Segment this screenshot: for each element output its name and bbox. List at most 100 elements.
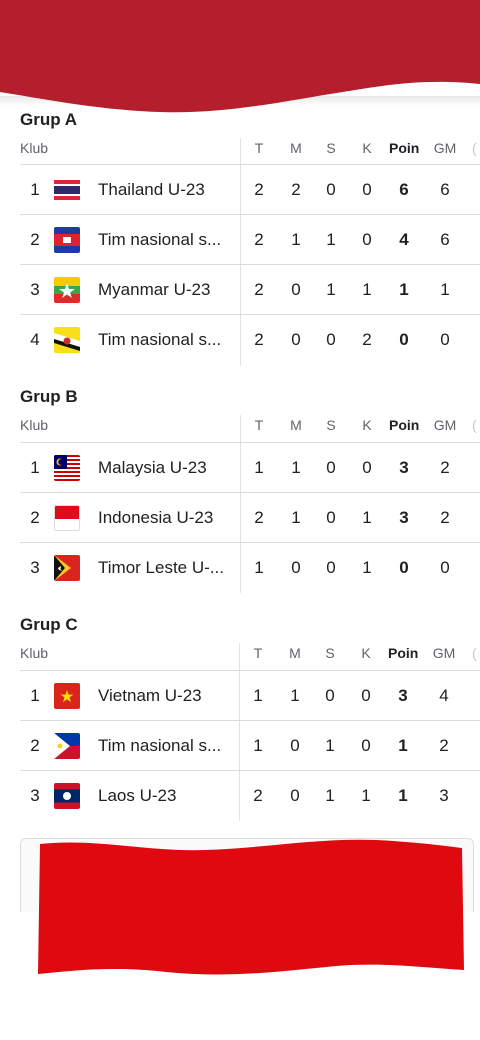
rank: 3 — [30, 558, 40, 577]
team-name: Thailand U-23 — [98, 180, 205, 199]
brunei-flag-icon — [54, 327, 80, 353]
stat-gm: 6 — [440, 180, 450, 199]
stat-s: 1 — [326, 280, 336, 299]
vietnam-flag-icon — [54, 683, 80, 709]
team-name: Malaysia U-23 — [98, 458, 207, 477]
table-row[interactable]: 2 Indonesia U-23 2 1 0 1 3 2 — [20, 492, 480, 542]
stat-gm: 4 — [439, 686, 449, 705]
header-poin: Poin — [389, 417, 420, 433]
stat-t: 1 — [253, 686, 263, 705]
team-name: Tim nasional s... — [98, 230, 222, 249]
stat-k: 1 — [362, 508, 372, 527]
stat-t: 1 — [254, 458, 264, 477]
header-s: S — [325, 645, 335, 661]
header-m: M — [290, 140, 302, 156]
rank: 4 — [30, 330, 40, 349]
top-red-banner — [0, 0, 480, 113]
table-header: Klub T M S K Poin GM ( — [0, 645, 480, 669]
timor-leste-flag-icon — [54, 555, 80, 581]
team-name: Indonesia U-23 — [98, 508, 214, 527]
stat-k: 1 — [361, 786, 371, 805]
header-cut-off: ( — [472, 417, 477, 433]
rank: 2 — [30, 230, 40, 249]
header-poin: Poin — [388, 645, 419, 661]
stat-poin: 3 — [399, 508, 409, 527]
rank: 1 — [30, 686, 40, 705]
header-cut-off: ( — [472, 645, 477, 661]
table-row[interactable]: 2 Tim nasional s... 1 0 1 0 1 2 — [20, 720, 480, 770]
table-row[interactable]: 3 Myanmar U-23 2 0 1 1 1 1 — [20, 264, 480, 314]
stat-m: 1 — [291, 508, 301, 527]
laos-flag-icon — [54, 783, 80, 809]
stat-m: 0 — [291, 280, 301, 299]
rank: 3 — [30, 280, 40, 299]
cambodia-flag-icon — [54, 227, 80, 253]
stat-k: 1 — [362, 558, 372, 577]
stat-gm: 3 — [439, 786, 449, 805]
header-klub: Klub — [20, 140, 49, 156]
table-row[interactable]: 1 Malaysia U-23 1 1 0 0 3 2 — [20, 442, 480, 492]
stat-poin: 0 — [399, 558, 409, 577]
stat-gm: 2 — [439, 736, 449, 755]
stat-t: 2 — [254, 508, 264, 527]
stat-gm: 2 — [440, 508, 450, 527]
stat-poin: 4 — [399, 230, 409, 249]
stat-gm: 0 — [440, 330, 450, 349]
stat-t: 2 — [254, 180, 264, 199]
philippines-flag-icon — [54, 733, 80, 759]
stat-m: 1 — [291, 230, 301, 249]
table-row[interactable]: 4 Tim nasional s... 2 0 0 2 0 0 — [20, 314, 480, 364]
stat-poin: 1 — [399, 280, 409, 299]
stat-m: 2 — [291, 180, 301, 199]
stat-s: 1 — [326, 230, 336, 249]
header-t: T — [253, 645, 263, 661]
stat-poin: 1 — [398, 786, 408, 805]
group-title: Grup C — [20, 615, 78, 634]
table-row[interactable]: 1 Vietnam U-23 1 1 0 0 3 4 — [20, 670, 480, 720]
stat-k: 1 — [362, 280, 372, 299]
header-gm: GM — [433, 140, 457, 156]
stat-t: 2 — [254, 280, 264, 299]
table-row[interactable]: 3 Laos U-23 2 0 1 1 1 3 — [20, 770, 480, 820]
stat-t: 2 — [253, 786, 263, 805]
rank: 1 — [30, 180, 40, 199]
table-row[interactable]: 2 Tim nasional s... 2 1 1 0 4 6 — [20, 214, 480, 264]
table-row[interactable]: 3 Timor Leste U-... 1 0 0 1 0 0 — [20, 542, 480, 592]
group-b-rows: 1 Malaysia U-23 1 1 0 0 3 2 2 Indonesia … — [20, 442, 480, 592]
team-name: Tim nasional s... — [98, 330, 222, 349]
stat-s: 0 — [326, 330, 336, 349]
header-klub: Klub — [20, 645, 49, 661]
header-poin: Poin — [389, 140, 420, 156]
stat-poin: 1 — [398, 736, 408, 755]
rank: 1 — [30, 458, 40, 477]
group-c-rows: 1 Vietnam U-23 1 1 0 0 3 4 2 Tim nasiona… — [20, 670, 480, 820]
header-t: T — [254, 140, 264, 156]
team-name: Tim nasional s... — [98, 736, 222, 755]
header-m: M — [289, 645, 301, 661]
team-name: Vietnam U-23 — [98, 686, 202, 705]
team-name: Laos U-23 — [98, 786, 177, 805]
stat-s: 1 — [325, 736, 335, 755]
stat-poin: 6 — [399, 180, 409, 199]
stat-s: 0 — [326, 508, 336, 527]
stat-gm: 2 — [440, 458, 450, 477]
header-cut-off: ( — [472, 140, 477, 156]
thailand-flag-icon — [54, 177, 80, 203]
stat-m: 0 — [290, 736, 300, 755]
rank: 2 — [30, 508, 40, 527]
stat-gm: 6 — [440, 230, 450, 249]
indonesia-flag-icon — [54, 505, 80, 531]
stat-m: 1 — [290, 686, 300, 705]
stat-m: 1 — [291, 458, 301, 477]
stat-poin: 0 — [399, 330, 409, 349]
stat-t: 1 — [253, 736, 263, 755]
team-name: Myanmar U-23 — [98, 280, 211, 299]
stat-m: 0 — [290, 786, 300, 805]
stat-gm: 0 — [440, 558, 450, 577]
stat-poin: 3 — [398, 686, 408, 705]
table-row[interactable]: 1 Thailand U-23 2 2 0 0 6 6 — [20, 164, 480, 214]
rank: 2 — [30, 736, 40, 755]
rank: 3 — [30, 786, 40, 805]
stat-t: 1 — [254, 558, 264, 577]
stat-s: 0 — [326, 180, 336, 199]
